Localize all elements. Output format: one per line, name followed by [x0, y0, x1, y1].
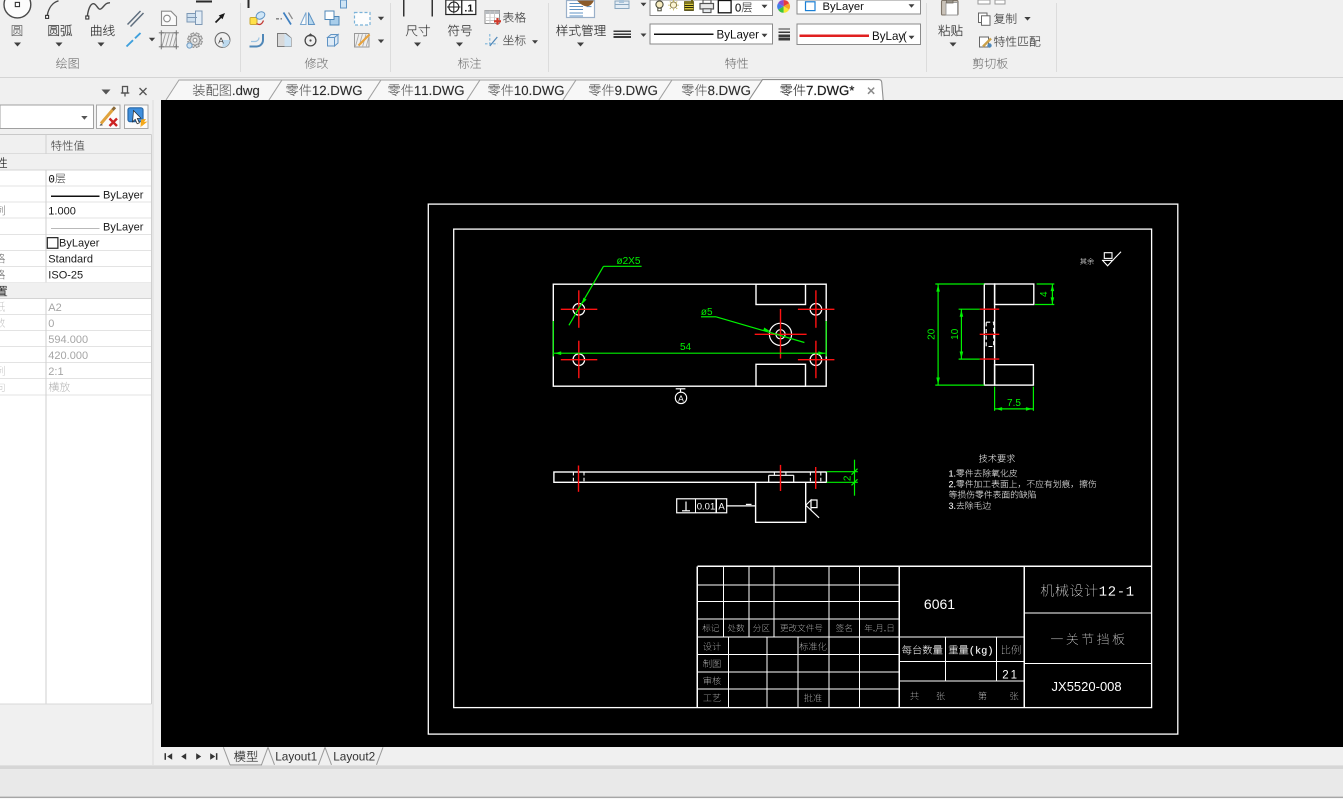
svg-text:Layout2: Layout2	[333, 750, 375, 764]
svg-text:2:1: 2:1	[48, 366, 63, 378]
svg-text:6061: 6061	[924, 596, 955, 612]
svg-text:.1: .1	[464, 3, 473, 15]
svg-text:A: A	[718, 501, 725, 512]
svg-text:1: 1	[1011, 669, 1017, 681]
svg-text:0.01: 0.01	[697, 501, 716, 512]
svg-text:ISO-25: ISO-25	[48, 270, 83, 282]
svg-text:2: 2	[1002, 669, 1008, 681]
svg-text:7.5: 7.5	[1007, 398, 1021, 409]
svg-text:ByLay: ByLay	[872, 30, 904, 43]
svg-text:420.000: 420.000	[48, 350, 88, 362]
svg-text:10: 10	[950, 328, 961, 340]
svg-text:ByLayer: ByLayer	[103, 189, 144, 201]
svg-text:Standard: Standard	[48, 254, 93, 266]
svg-text:A2: A2	[48, 302, 61, 314]
svg-text:(: (	[903, 30, 907, 43]
svg-text:ø2X5: ø2X5	[617, 256, 641, 267]
svg-text:ByLayer: ByLayer	[59, 238, 100, 250]
svg-text:2: 2	[842, 475, 853, 481]
svg-text:Layout1: Layout1	[275, 750, 317, 764]
svg-text:20: 20	[927, 328, 938, 340]
svg-text:594.000: 594.000	[48, 334, 88, 346]
svg-text:4: 4	[1039, 291, 1050, 297]
svg-text:1.000: 1.000	[48, 205, 76, 217]
svg-text:A: A	[678, 393, 684, 403]
svg-text:54: 54	[680, 342, 692, 353]
svg-text:ByLayer: ByLayer	[103, 222, 144, 234]
svg-text:0: 0	[48, 318, 54, 330]
svg-text:ByLayer: ByLayer	[717, 29, 760, 42]
svg-text:ByLayer: ByLayer	[823, 1, 865, 13]
svg-text:JX5520-008: JX5520-008	[1052, 679, 1122, 694]
